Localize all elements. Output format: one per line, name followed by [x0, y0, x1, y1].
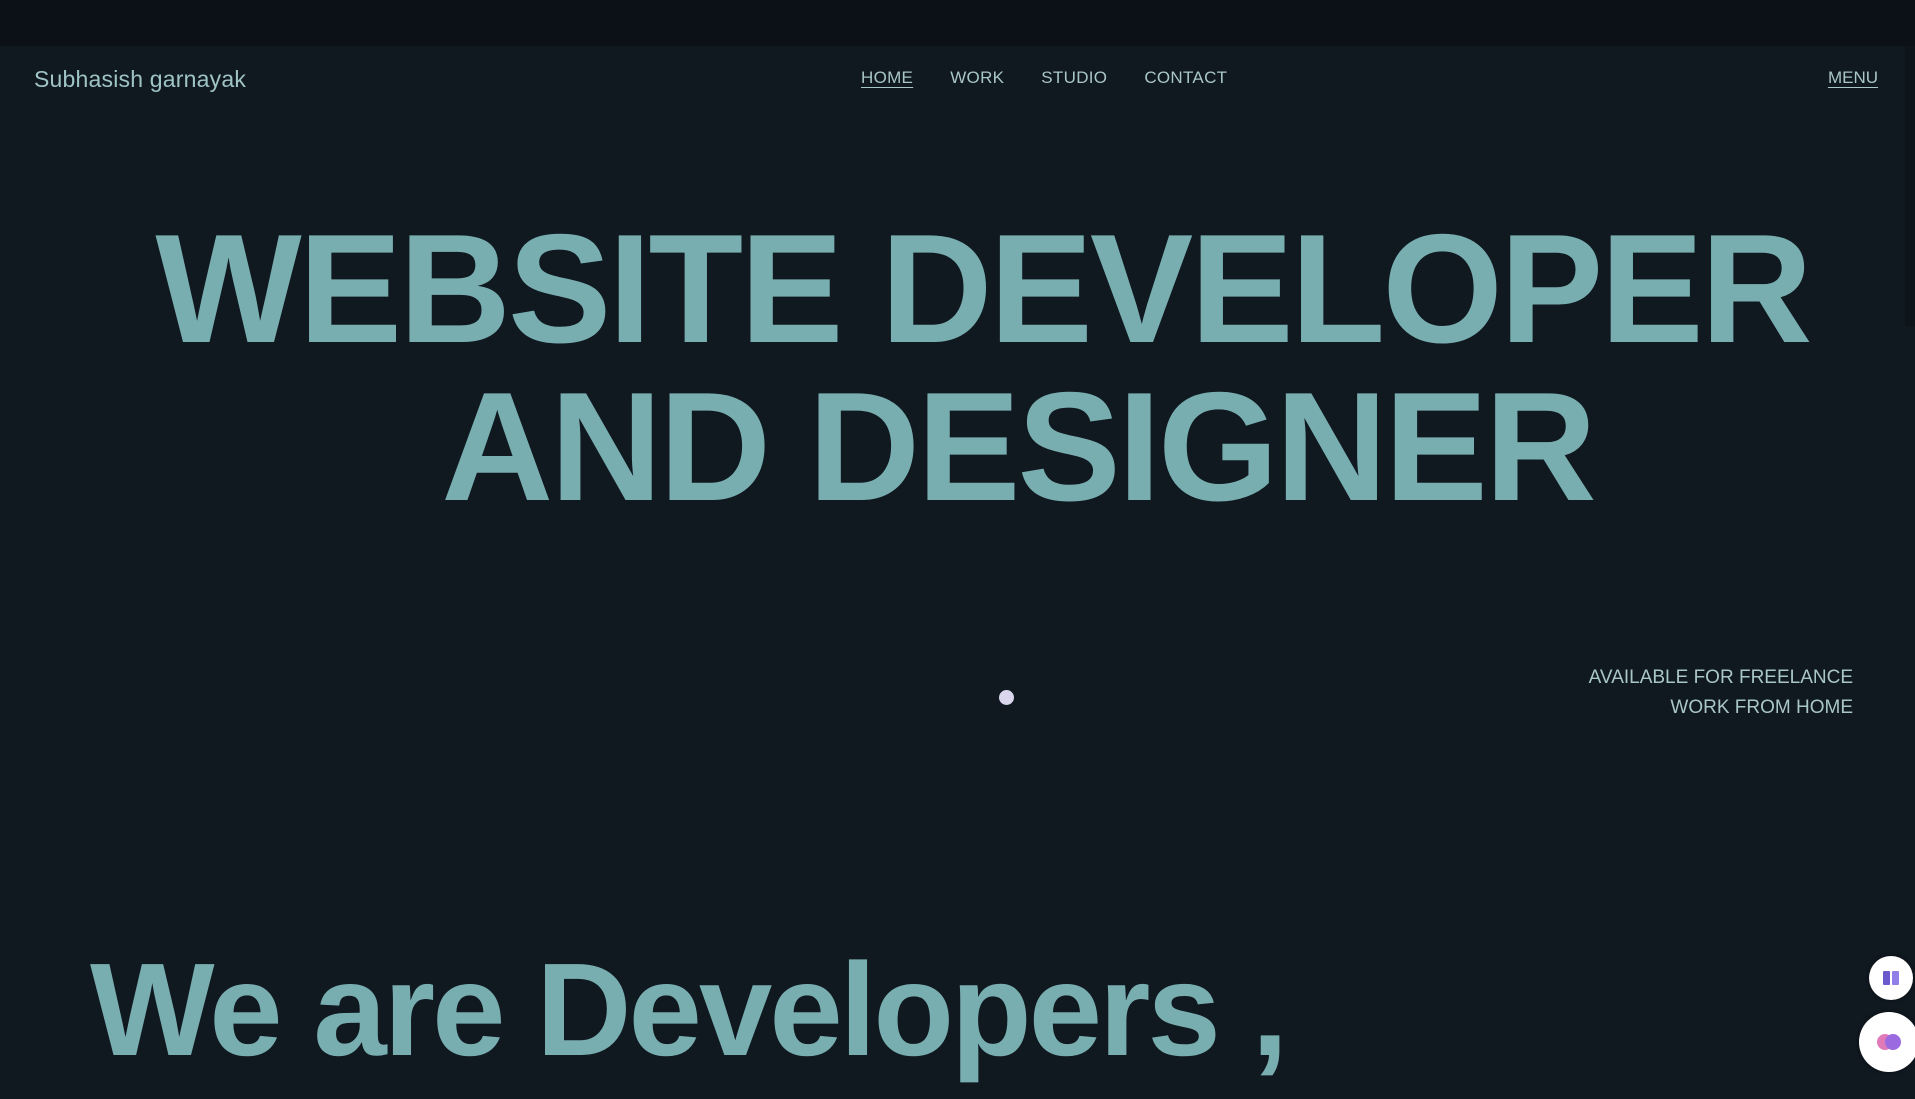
brain-icon: [1877, 1034, 1901, 1050]
hero-heading: WEBSITE DEVELOPER AND DESIGNER: [0, 210, 1915, 526]
availability-line-1: AVAILABLE FOR FREELANCE: [1588, 667, 1853, 688]
main-nav: HOME WORK STUDIO CONTACT: [861, 68, 1227, 88]
reader-button[interactable]: [1869, 956, 1913, 1000]
cursor-dot: [999, 690, 1014, 705]
browser-top-bar: [0, 0, 1915, 46]
nav-work[interactable]: WORK: [950, 68, 1004, 88]
nav-studio[interactable]: STUDIO: [1041, 68, 1107, 88]
availability-line-2: WORK FROM HOME: [1670, 697, 1853, 718]
section-heading: We are Developers ,: [90, 936, 1288, 1083]
nav-home[interactable]: HOME: [861, 68, 913, 88]
reader-icon: [1883, 971, 1899, 985]
hero-line-1: WEBSITE DEVELOPER: [155, 202, 1812, 375]
brand-name[interactable]: Subhasish garnayak: [34, 66, 246, 93]
availability-note: AVAILABLE FOR FREELANCE WORK FROM HOME: [1589, 663, 1853, 723]
nav-contact[interactable]: CONTACT: [1144, 68, 1227, 88]
assistant-button[interactable]: [1859, 1012, 1915, 1072]
menu-button[interactable]: MENU: [1828, 68, 1878, 88]
hero-line-2: AND DESIGNER: [441, 360, 1596, 533]
